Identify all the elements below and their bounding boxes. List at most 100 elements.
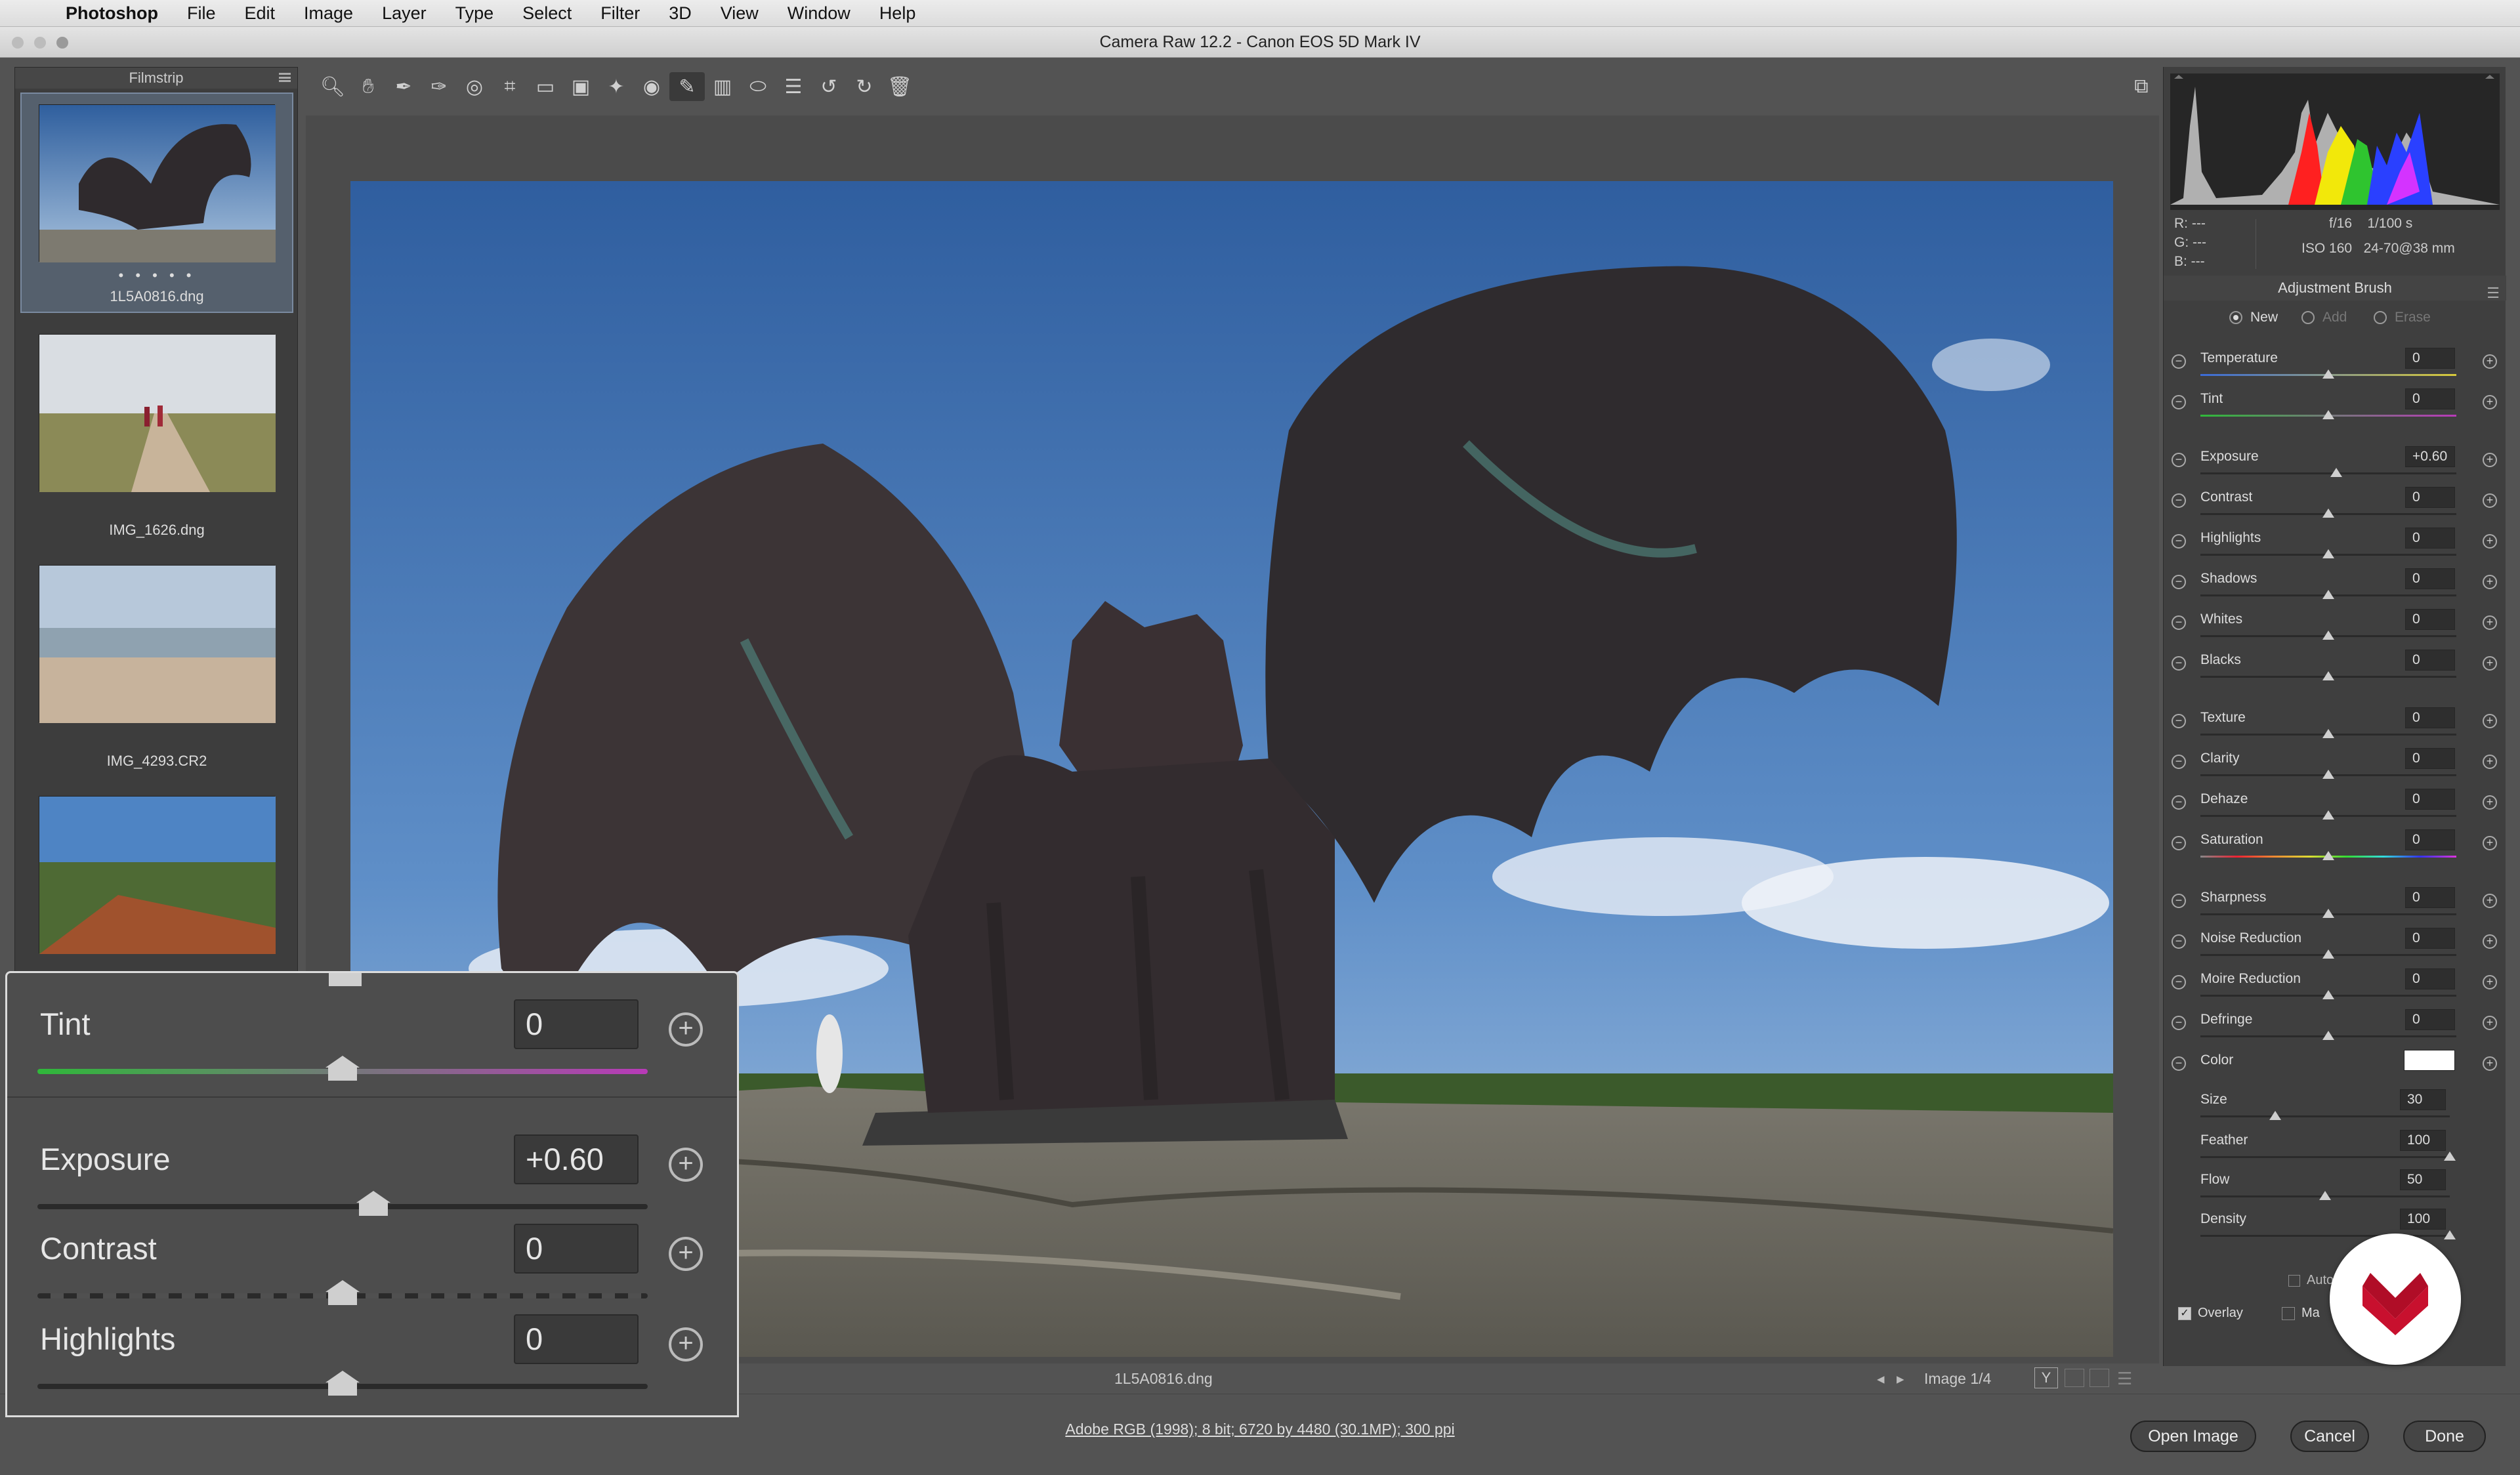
workflow-options-link[interactable]: Adobe RGB (1998); 8 bit; 6720 by 4480 (3… [1065, 1421, 1454, 1438]
menu-3d[interactable]: 3D [654, 3, 706, 24]
noise-reduction-plus-icon[interactable]: + [2483, 934, 2497, 949]
copy-settings-icon[interactable] [2090, 1369, 2109, 1387]
tint-value-field[interactable]: 0 [2405, 388, 2455, 409]
moire-reduction-plus-icon[interactable]: + [2483, 975, 2497, 989]
menu-window[interactable]: Window [773, 3, 865, 24]
saturation-plus-icon[interactable]: + [2483, 836, 2497, 850]
density-value-field[interactable]: 100 [2400, 1209, 2446, 1230]
feather-slider-knob[interactable] [2444, 1152, 2456, 1161]
noise-reduction-minus-icon[interactable]: − [2172, 934, 2186, 949]
preferences-icon[interactable]: ☰ [776, 72, 811, 101]
mode-new-radio[interactable]: New [2229, 310, 2278, 325]
feather-value-field[interactable]: 100 [2400, 1130, 2446, 1151]
close-window-button[interactable] [12, 37, 24, 49]
shadows-minus-icon[interactable]: − [2172, 575, 2186, 589]
callout-exposure-value-field[interactable]: +0.60 [514, 1134, 639, 1184]
whites-plus-icon[interactable]: + [2483, 615, 2497, 630]
callout-highlights-slider-knob[interactable] [326, 1371, 360, 1396]
sharpness-plus-icon[interactable]: + [2483, 894, 2497, 908]
sharpness-minus-icon[interactable]: − [2172, 894, 2186, 908]
color-plus-icon[interactable]: + [2483, 1056, 2497, 1071]
panel-menu-icon[interactable]: ☰ [2487, 281, 2500, 306]
tint-slider-knob[interactable] [2322, 410, 2334, 419]
mask-checkbox[interactable]: Ma [2282, 1306, 2320, 1321]
texture-value-field[interactable]: 0 [2405, 707, 2455, 728]
red-eye-icon[interactable]: ◉ [634, 72, 669, 101]
blacks-plus-icon[interactable]: + [2483, 656, 2497, 671]
filmstrip-item[interactable]: IMG_4293.CR2 [20, 554, 293, 775]
exposure-slider-track[interactable] [2200, 472, 2456, 474]
spot-removal-icon[interactable]: ✦ [598, 72, 634, 101]
feather-slider-track[interactable] [2200, 1156, 2450, 1158]
clarity-value-field[interactable]: 0 [2405, 748, 2455, 769]
temperature-value-field[interactable]: 0 [2405, 348, 2455, 369]
blacks-slider-knob[interactable] [2322, 671, 2334, 680]
callout-contrast-value-field[interactable]: 0 [514, 1224, 639, 1274]
menu-layer[interactable]: Layer [368, 3, 441, 24]
texture-minus-icon[interactable]: − [2172, 714, 2186, 728]
color-sampler-icon[interactable]: ✑ [421, 72, 457, 101]
fullscreen-icon[interactable]: ⧉ [2124, 72, 2159, 101]
callout-highlights-value-field[interactable]: 0 [514, 1314, 639, 1364]
transform-icon[interactable]: ▣ [563, 72, 598, 101]
minimize-window-button[interactable] [34, 37, 46, 49]
dehaze-minus-icon[interactable]: − [2172, 795, 2186, 810]
size-slider-knob[interactable] [2269, 1111, 2281, 1120]
callout-exposure-slider-track[interactable] [37, 1204, 648, 1209]
graduated-filter-icon[interactable]: ▥ [705, 72, 740, 101]
dehaze-plus-icon[interactable]: + [2483, 795, 2497, 810]
contrast-slider-knob[interactable] [2322, 509, 2334, 518]
menu-help[interactable]: Help [865, 3, 931, 24]
exposure-value-field[interactable]: +0.60 [2405, 446, 2455, 467]
saturation-value-field[interactable]: 0 [2405, 829, 2455, 850]
menu-filter[interactable]: Filter [586, 3, 654, 24]
exposure-minus-icon[interactable]: − [2172, 453, 2186, 467]
defringe-plus-icon[interactable]: + [2483, 1016, 2497, 1030]
menu-image[interactable]: Image [289, 3, 368, 24]
temperature-minus-icon[interactable]: − [2172, 354, 2186, 369]
callout-exposure-plus-icon[interactable]: + [669, 1148, 703, 1182]
radial-filter-icon[interactable]: ⬭ [740, 72, 776, 101]
moire-reduction-slider-knob[interactable] [2322, 990, 2334, 999]
saturation-slider-knob[interactable] [2322, 851, 2334, 860]
zoom-window-button[interactable] [56, 37, 68, 49]
auto-mask-checkbox[interactable]: Auto [2288, 1273, 2334, 1288]
flow-value-field[interactable]: 50 [2400, 1169, 2446, 1190]
menu-type[interactable]: Type [441, 3, 509, 24]
highlights-value-field[interactable]: 0 [2405, 528, 2455, 549]
before-after-toggle-icon[interactable]: Y [2034, 1367, 2058, 1388]
exposure-plus-icon[interactable]: + [2483, 453, 2497, 467]
color-minus-icon[interactable]: − [2172, 1056, 2186, 1071]
sharpness-value-field[interactable]: 0 [2405, 887, 2455, 908]
menu-select[interactable]: Select [508, 3, 586, 24]
exposure-slider-knob[interactable] [2330, 468, 2342, 477]
texture-plus-icon[interactable]: + [2483, 714, 2497, 728]
highlights-slider-knob[interactable] [2322, 549, 2334, 558]
next-image-icon[interactable]: ▸ [1897, 1370, 1904, 1388]
callout-contrast-plus-icon[interactable]: + [669, 1237, 703, 1271]
highlights-plus-icon[interactable]: + [2483, 534, 2497, 549]
rating-dots[interactable]: • • • • • [119, 267, 196, 284]
shadows-plus-icon[interactable]: + [2483, 575, 2497, 589]
contrast-value-field[interactable]: 0 [2405, 487, 2455, 508]
overlay-checkbox[interactable]: ✓ Overlay [2178, 1306, 2243, 1321]
temperature-slider-knob[interactable] [2322, 369, 2334, 379]
swap-before-after-icon[interactable] [2065, 1369, 2084, 1387]
whites-minus-icon[interactable]: − [2172, 615, 2186, 630]
callout-tint-value-field[interactable]: 0 [514, 999, 639, 1049]
moire-reduction-value-field[interactable]: 0 [2405, 968, 2455, 989]
adjustment-brush-icon[interactable]: ✎ [669, 72, 705, 101]
crop-icon[interactable]: ⌗ [492, 72, 528, 101]
noise-reduction-slider-knob[interactable] [2322, 949, 2334, 959]
color-swatch[interactable] [2404, 1050, 2455, 1071]
saturation-minus-icon[interactable]: − [2172, 836, 2186, 850]
defringe-minus-icon[interactable]: − [2172, 1016, 2186, 1030]
rotate-left-icon[interactable]: ↺ [811, 72, 847, 101]
straighten-icon[interactable]: ▭ [528, 72, 563, 101]
hand-icon[interactable]: ✋︎ [350, 72, 386, 101]
zoom-icon[interactable]: 🔍︎ [315, 72, 350, 101]
tint-plus-icon[interactable]: + [2483, 395, 2497, 409]
mode-erase-radio[interactable]: Erase [2374, 310, 2431, 325]
clarity-slider-knob[interactable] [2322, 770, 2334, 779]
preview-preferences-icon[interactable]: ☰ [2117, 1369, 2132, 1389]
